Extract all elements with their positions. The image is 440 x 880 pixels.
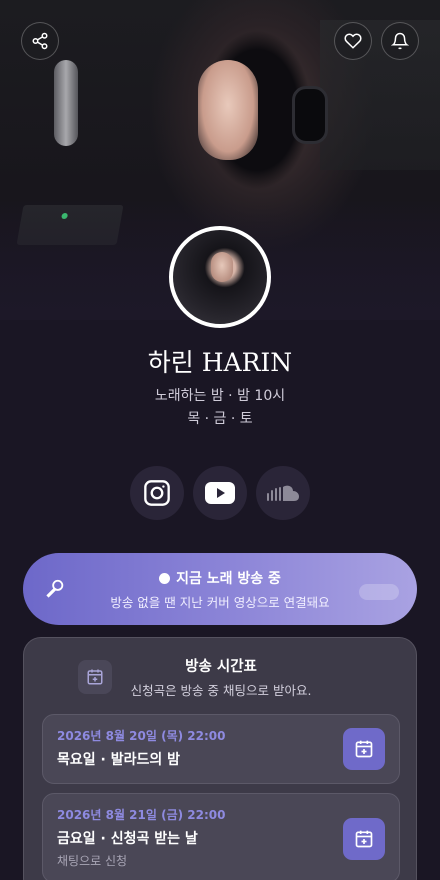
event-title: 목요일 · 발라드의 밤	[57, 752, 180, 768]
tagline-text: 노래하는 밤 · 밤 10시	[154, 388, 286, 404]
share-icon	[32, 32, 48, 50]
live-broadcast-banner[interactable]: 지금 노래 방송 중 방송 없을 땐 지난 커버 영상으로 연결돼요	[23, 553, 417, 625]
schedule-card: 방송 시간표 신청곡은 방송 중 채팅으로 받아요. 2026년 8월 20일 …	[23, 637, 417, 880]
profile-name: 하린 HARIN	[147, 348, 293, 377]
schedule-event[interactable]: 2026년 8월 21일 (금) 22:00 금요일 · 신청곡 받는 날 채팅…	[42, 793, 400, 880]
event-title: 금요일 · 신청곡 받는 날	[57, 831, 198, 847]
event-date: 2026년 8월 21일 (금) 22:00	[57, 808, 226, 822]
instagram-icon	[144, 480, 170, 506]
like-button[interactable]	[334, 22, 372, 60]
live-description: 방송 없을 땐 지난 커버 영상으로 연결돼요	[110, 595, 330, 610]
live-dot-icon	[159, 573, 171, 584]
bell-icon	[391, 32, 409, 50]
singer-face	[198, 60, 258, 160]
headphones	[292, 86, 328, 144]
studio-microphone	[30, 60, 90, 160]
add-to-calendar-button[interactable]	[343, 728, 385, 770]
schedule-subtitle: 신청곡은 방송 중 채팅으로 받아요.	[130, 683, 312, 698]
event-date: 2026년 8월 20일 (목) 22:00	[57, 729, 226, 743]
youtube-icon	[205, 482, 235, 504]
calendar-add-icon	[355, 740, 373, 758]
soundcloud-icon	[267, 485, 299, 501]
heart-icon	[344, 33, 362, 49]
share-button[interactable]	[21, 22, 59, 60]
instagram-link[interactable]	[130, 466, 184, 520]
profile-tagline: 노래하는 밤 · 밤 10시 목 · 금 · 토	[0, 385, 440, 431]
schedule-event[interactable]: 2026년 8월 20일 (목) 22:00 목요일 · 발라드의 밤	[42, 714, 400, 784]
live-indicator-pill	[359, 584, 399, 600]
broadcast-days: 목 · 금 · 토	[187, 411, 253, 427]
schedule-title: 방송 시간표	[185, 659, 257, 675]
live-status: 지금 노래 방송 중	[23, 568, 417, 588]
soundcloud-link[interactable]	[256, 466, 310, 520]
add-to-calendar-button[interactable]	[343, 818, 385, 860]
youtube-link[interactable]	[193, 466, 247, 520]
social-links	[130, 466, 310, 522]
event-note: 채팅으로 신청	[57, 854, 128, 868]
notification-button[interactable]	[381, 22, 419, 60]
avatar	[169, 226, 271, 328]
calendar-add-icon	[355, 830, 373, 848]
